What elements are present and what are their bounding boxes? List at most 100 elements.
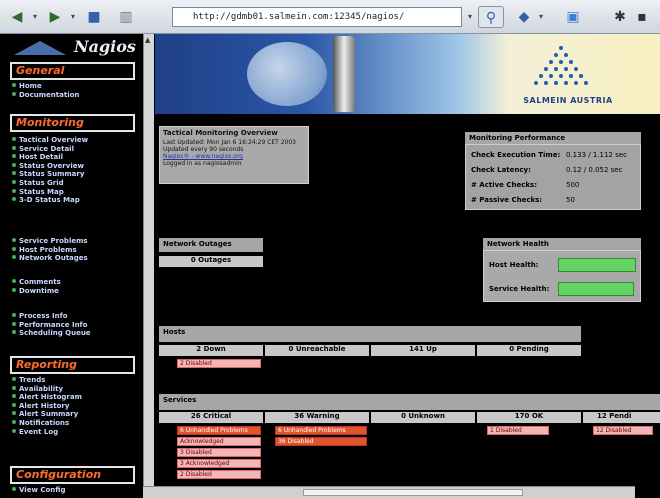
health-label: Service Health: [489, 285, 550, 293]
nav-performance-info[interactable]: Performance Info [12, 321, 91, 330]
print-dropdown-icon[interactable]: ▾ [536, 6, 546, 28]
tactical-line[interactable]: Nagios® - www.nagios.org [163, 153, 305, 160]
performance-box: Check Execution Time: 0.133 / 1.112 sec … [465, 144, 641, 210]
critical-acknowledged-2[interactable]: 3 Acknowledged [177, 459, 261, 468]
section-general: General [10, 62, 135, 80]
hosts-col-pending[interactable]: 0 Pending [477, 345, 581, 356]
service-health-bar [558, 282, 634, 296]
nav-home[interactable]: Home [12, 82, 79, 91]
scroll-up-icon[interactable]: ▲ [145, 36, 150, 44]
hosts-col-up[interactable]: 141 Up [371, 345, 475, 356]
nav-view-config[interactable]: View Config [12, 486, 65, 495]
critical-disabled-2[interactable]: 2 Disabled [177, 470, 261, 479]
salmein-brand: SALMEIN AUSTRIA [523, 96, 613, 105]
nav-service-detail[interactable]: Service Detail [12, 145, 88, 154]
nav-comments[interactable]: Comments [12, 278, 61, 287]
critical-unhandled[interactable]: 6 Unhandled Problems [177, 426, 261, 435]
reload-icon[interactable]: ▥ [116, 6, 136, 28]
close-icon[interactable]: ▪ [634, 6, 650, 28]
critical-acknowledged[interactable]: Acknowledged [177, 437, 261, 446]
address-bar[interactable]: http://gdmb01.salmein.com:12345/nagios/ [172, 7, 462, 27]
nav-trends[interactable]: Trends [12, 376, 82, 385]
scroll-thumb[interactable] [303, 489, 523, 496]
outages-value[interactable]: 0 Outages [159, 256, 263, 267]
nav-3d-status-map[interactable]: 3-D Status Map [12, 196, 88, 205]
warning-disabled[interactable]: 36 Disabled [275, 437, 367, 446]
perf-label: Check Execution Time: [471, 151, 561, 159]
print-icon[interactable]: ◆ [514, 6, 534, 28]
nav-event-log[interactable]: Event Log [12, 428, 82, 437]
back-dropdown-icon[interactable]: ▾ [30, 6, 40, 28]
nav-process-info[interactable]: Process Info [12, 312, 91, 321]
nav-status-summary[interactable]: Status Summary [12, 170, 88, 179]
nav-alert-histogram[interactable]: Alert Histogram [12, 393, 82, 402]
perf-label: Check Latency: [471, 166, 531, 174]
nav-group-monitoring-2: Service Problems Host Problems Network O… [12, 237, 88, 263]
horizontal-scrollbar[interactable] [143, 486, 635, 498]
nav-network-outages[interactable]: Network Outages [12, 254, 88, 263]
forward-icon[interactable]: ▶ [44, 6, 66, 28]
warning-unhandled[interactable]: 6 Unhandled Problems [275, 426, 367, 435]
services-col-ok[interactable]: 170 OK [477, 412, 581, 423]
nagios-logo-icon [14, 41, 66, 55]
nav-documentation[interactable]: Documentation [12, 91, 79, 100]
nav-status-map[interactable]: Status Map [12, 188, 88, 197]
services-col-critical[interactable]: 26 Critical [159, 412, 263, 423]
hosts-col-unreachable[interactable]: 0 Unreachable [265, 345, 369, 356]
perf-label: # Active Checks: [471, 181, 538, 189]
health-label: Host Health: [489, 261, 539, 269]
nav-alert-history[interactable]: Alert History [12, 402, 82, 411]
nav-host-detail[interactable]: Host Detail [12, 153, 88, 162]
nav-availability[interactable]: Availability [12, 385, 82, 394]
browser-toolbar: ◀ ▾ ▶ ▾ ■ ▥ http://gdmb01.salmein.com:12… [0, 0, 660, 34]
nav-group-monitoring-3: Comments Downtime [12, 278, 61, 295]
nav-status-grid[interactable]: Status Grid [12, 179, 88, 188]
nav-status-overview[interactable]: Status Overview [12, 162, 88, 171]
nagios-logo[interactable]: Nagios [8, 37, 136, 59]
section-monitoring: Monitoring [10, 114, 135, 132]
health-title: Network Health [483, 238, 641, 250]
perf-label: # Passive Checks: [471, 196, 543, 204]
nav-service-problems[interactable]: Service Problems [12, 237, 88, 246]
tactical-info: Last Updated: Mon Jan 6 16:24:29 CET 200… [160, 139, 308, 167]
cylinder-graphic [333, 36, 355, 112]
pending-disabled[interactable]: 12 Disabled [593, 426, 653, 435]
tactical-title: Tactical Monitoring Overview [163, 129, 278, 137]
nav-host-problems[interactable]: Host Problems [12, 246, 88, 255]
perf-value: 500 [566, 181, 580, 189]
section-reporting: Reporting [10, 356, 135, 374]
forward-dropdown-icon[interactable]: ▾ [68, 6, 78, 28]
ok-disabled[interactable]: 1 Disabled [487, 426, 549, 435]
nav-tactical-overview[interactable]: Tactical Overview [12, 136, 88, 145]
nav-group-reporting: Trends Availability Alert Histogram Aler… [12, 376, 82, 436]
back-icon[interactable]: ◀ [6, 6, 28, 28]
nav-notifications[interactable]: Notifications [12, 419, 82, 428]
critical-disabled[interactable]: 3 Disabled [177, 448, 261, 457]
search-icon[interactable]: ⚲ [478, 6, 504, 28]
nav-alert-summary[interactable]: Alert Summary [12, 410, 82, 419]
sidebar-scrollbar[interactable]: ▲ [143, 34, 154, 486]
host-health-bar [558, 258, 636, 272]
address-dropdown-icon[interactable]: ▾ [464, 6, 476, 28]
salmein-logo-icon [534, 46, 588, 85]
nav-downtime[interactable]: Downtime [12, 287, 61, 296]
services-col-pending[interactable]: 12 Pendi [583, 412, 660, 423]
hosts-col-down[interactable]: 2 Down [159, 345, 263, 356]
hosts-title: Hosts [159, 326, 581, 342]
hosts-down-disabled[interactable]: 2 Disabled [177, 359, 261, 368]
services-col-unknown[interactable]: 0 Unknown [371, 412, 475, 423]
globe-graphic [247, 42, 327, 106]
sidebar: Nagios General Home Documentation Monito… [0, 34, 143, 498]
settings-icon[interactable]: ✱ [612, 6, 628, 28]
nav-group-configuration: View Config [12, 486, 65, 495]
sidebar-toggle-icon[interactable]: ▣ [562, 6, 584, 28]
outages-title: Network Outages [159, 238, 263, 252]
tactical-overview-box: Tactical Monitoring Overview Last Update… [159, 126, 309, 184]
perf-value: 50 [566, 196, 575, 204]
services-col-warning[interactable]: 36 Warning [265, 412, 369, 423]
nav-scheduling-queue[interactable]: Scheduling Queue [12, 329, 91, 338]
perf-value: 0.133 / 1.112 sec [566, 151, 627, 159]
performance-title: Monitoring Performance [465, 132, 641, 144]
stop-icon[interactable]: ■ [84, 6, 104, 28]
section-configuration: Configuration [10, 466, 135, 484]
